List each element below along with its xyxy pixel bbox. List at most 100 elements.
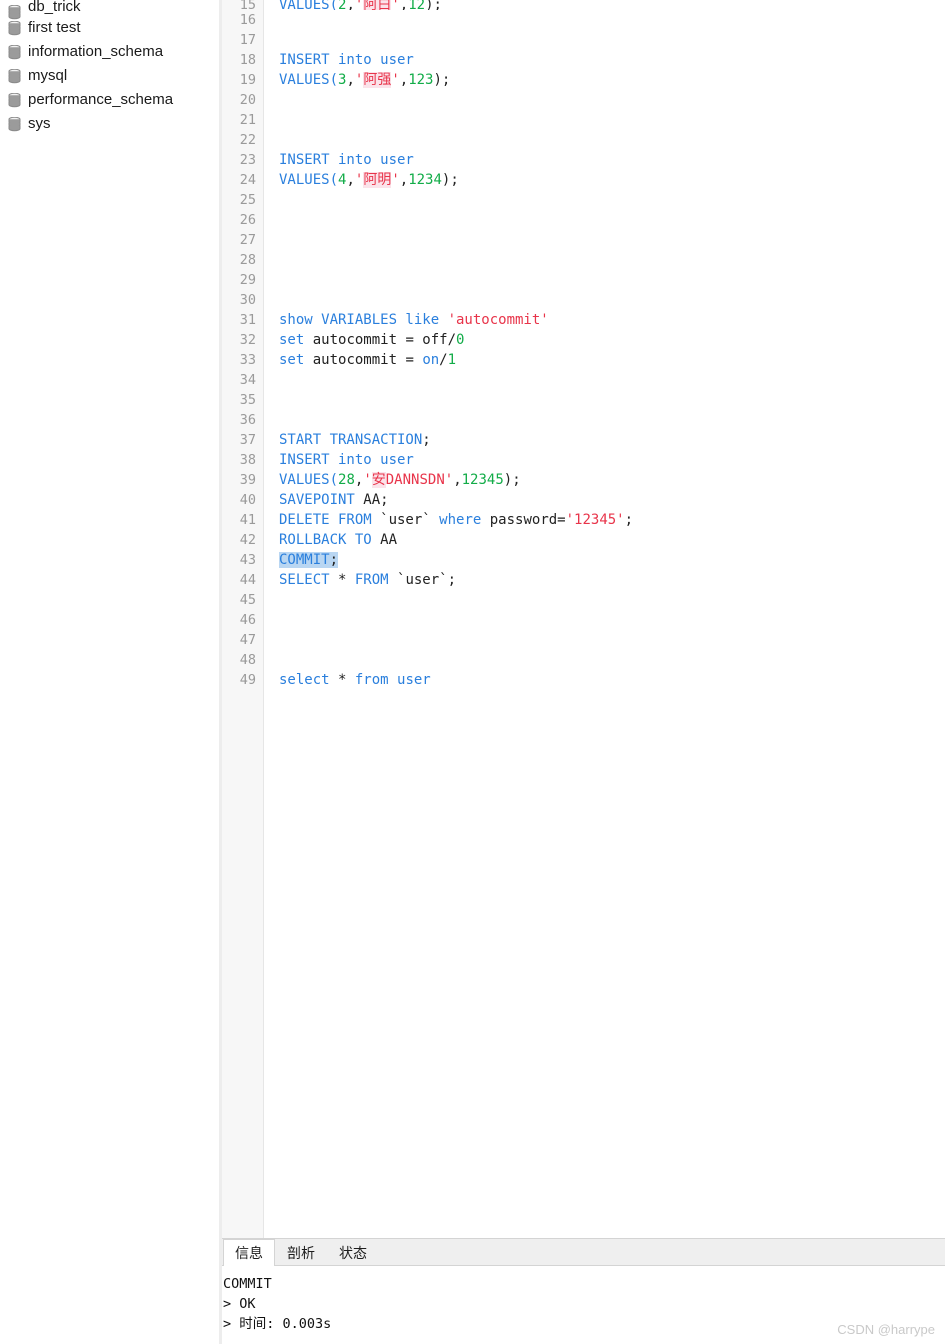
- line-number: 29: [239, 272, 256, 288]
- code-token: ,: [346, 172, 355, 188]
- code-line[interactable]: INSERT into user: [279, 450, 945, 470]
- console-line: COMMIT: [223, 1276, 272, 1292]
- code-line[interactable]: [279, 270, 945, 290]
- line-number: 33: [239, 352, 256, 368]
- database-icon: [8, 68, 21, 84]
- code-line[interactable]: [279, 90, 945, 110]
- code-line[interactable]: ROLLBACK TO AA: [279, 530, 945, 550]
- code-token: VALUES(: [279, 172, 339, 188]
- code-token: from user: [354, 672, 431, 688]
- sidebar-item-performance-schema[interactable]: performance_schema: [0, 88, 219, 112]
- result-tab-1[interactable]: 剖析: [275, 1239, 327, 1265]
- sidebar-item-mysql[interactable]: mysql: [0, 64, 219, 88]
- code-token: 阿强: [363, 72, 392, 88]
- code-line[interactable]: [279, 650, 945, 670]
- code-token: SAVEPOINT: [279, 492, 355, 508]
- code-line[interactable]: [279, 190, 945, 210]
- database-name-label: performance_schema: [28, 91, 174, 108]
- code-line[interactable]: [279, 610, 945, 630]
- code-token: 阿明: [363, 172, 392, 188]
- code-line[interactable]: VALUES(4,'阿明',1234);: [279, 170, 945, 190]
- line-number: 44: [239, 572, 256, 588]
- result-tab-strip: 信息 剖析 状态: [219, 1239, 945, 1266]
- database-icon: [8, 44, 21, 60]
- code-line[interactable]: VALUES(2,'阿白',12);: [279, 0, 945, 10]
- code-token: VALUES(: [279, 0, 339, 10]
- code-line[interactable]: SAVEPOINT AA;: [279, 490, 945, 510]
- sidebar-item-first-test[interactable]: first test: [0, 16, 219, 40]
- code-token: *: [329, 672, 355, 688]
- line-number: 24: [239, 172, 256, 188]
- code-text-area[interactable]: VALUES(2,'阿白',12); INSERT into user VALUE…: [264, 0, 945, 1238]
- line-number: 41: [239, 512, 256, 528]
- line-number: 36: [239, 412, 256, 428]
- sql-code-editor[interactable]: 15 16 17 18 19 20 21 22 23 24 25 26 27 28 29 30 31 32 33 34…: [219, 0, 945, 1238]
- code-line[interactable]: [279, 130, 945, 150]
- line-number: 19: [239, 72, 256, 88]
- code-token: );: [425, 0, 442, 10]
- code-line[interactable]: [279, 230, 945, 250]
- code-token: /: [439, 352, 448, 368]
- code-line[interactable]: [279, 110, 945, 130]
- code-line[interactable]: show VARIABLES like 'autocommit': [279, 310, 945, 330]
- code-line[interactable]: [279, 630, 945, 650]
- line-number: 15: [239, 0, 256, 10]
- code-token: );: [441, 172, 459, 188]
- code-token: INSERT into user: [279, 452, 414, 468]
- code-token: set: [279, 332, 305, 348]
- database-icon: [8, 20, 21, 36]
- code-line[interactable]: INSERT into user: [279, 50, 945, 70]
- code-line[interactable]: [279, 390, 945, 410]
- code-line[interactable]: [279, 290, 945, 310]
- line-number: 16: [239, 12, 256, 28]
- line-number: 22: [239, 132, 256, 148]
- code-line[interactable]: VALUES(28,'安DANNSDN',12345);: [279, 470, 945, 490]
- result-tab-2[interactable]: 状态: [327, 1239, 379, 1265]
- code-line[interactable]: [279, 250, 945, 270]
- database-name-label: mysql: [28, 67, 68, 84]
- code-token: 1: [447, 352, 457, 368]
- code-token: AA: [371, 532, 398, 548]
- code-token: ,: [453, 472, 462, 488]
- code-line[interactable]: [279, 210, 945, 230]
- code-line[interactable]: SELECT * FROM `user`;: [279, 570, 945, 590]
- code-token: password=: [481, 512, 566, 528]
- code-line[interactable]: set autocommit = on/1: [279, 350, 945, 370]
- sql-editor-window: db_trick first test information_schemamysq…: [0, 0, 945, 1344]
- code-token: '12345': [565, 512, 625, 528]
- sidebar-item-information-schema[interactable]: information_schema: [0, 40, 219, 64]
- code-token: SELECT: [279, 572, 330, 588]
- sidebar-divider[interactable]: [219, 0, 222, 1344]
- line-number: 32: [239, 332, 256, 348]
- code-line[interactable]: [279, 410, 945, 430]
- code-line[interactable]: set autocommit = off/0: [279, 330, 945, 350]
- result-tab-0[interactable]: 信息: [223, 1239, 275, 1266]
- code-line[interactable]: [279, 30, 945, 50]
- code-token: 0: [456, 332, 465, 348]
- line-number: 45: [239, 592, 256, 608]
- code-token: VALUES(: [279, 472, 339, 488]
- line-number: 40: [239, 492, 256, 508]
- line-number: 42: [239, 532, 256, 548]
- code-token: 1234: [408, 172, 442, 188]
- code-token: VALUES(: [279, 72, 339, 88]
- code-line[interactable]: [279, 10, 945, 30]
- code-token: select: [279, 672, 330, 688]
- line-number: 23: [239, 152, 256, 168]
- line-number: 47: [239, 632, 256, 648]
- code-line[interactable]: INSERT into user: [279, 150, 945, 170]
- code-line[interactable]: COMMIT;: [279, 550, 945, 570]
- code-line[interactable]: select * from user: [279, 670, 945, 690]
- sidebar-item-db-trick[interactable]: db_trick: [0, 0, 219, 20]
- code-line[interactable]: [279, 590, 945, 610]
- code-token: show VARIABLES like: [279, 312, 448, 328]
- code-line[interactable]: DELETE FROM `user` where password='12345…: [279, 510, 945, 530]
- code-line[interactable]: [279, 370, 945, 390]
- code-token: );: [503, 472, 521, 488]
- code-line[interactable]: START TRANSACTION;: [279, 430, 945, 450]
- database-icon: [8, 116, 21, 132]
- code-line[interactable]: VALUES(3,'阿强',123);: [279, 70, 945, 90]
- code-token: );: [433, 72, 451, 88]
- code-token: COMMIT: [279, 552, 330, 568]
- sidebar-item-sys[interactable]: sys: [0, 112, 219, 136]
